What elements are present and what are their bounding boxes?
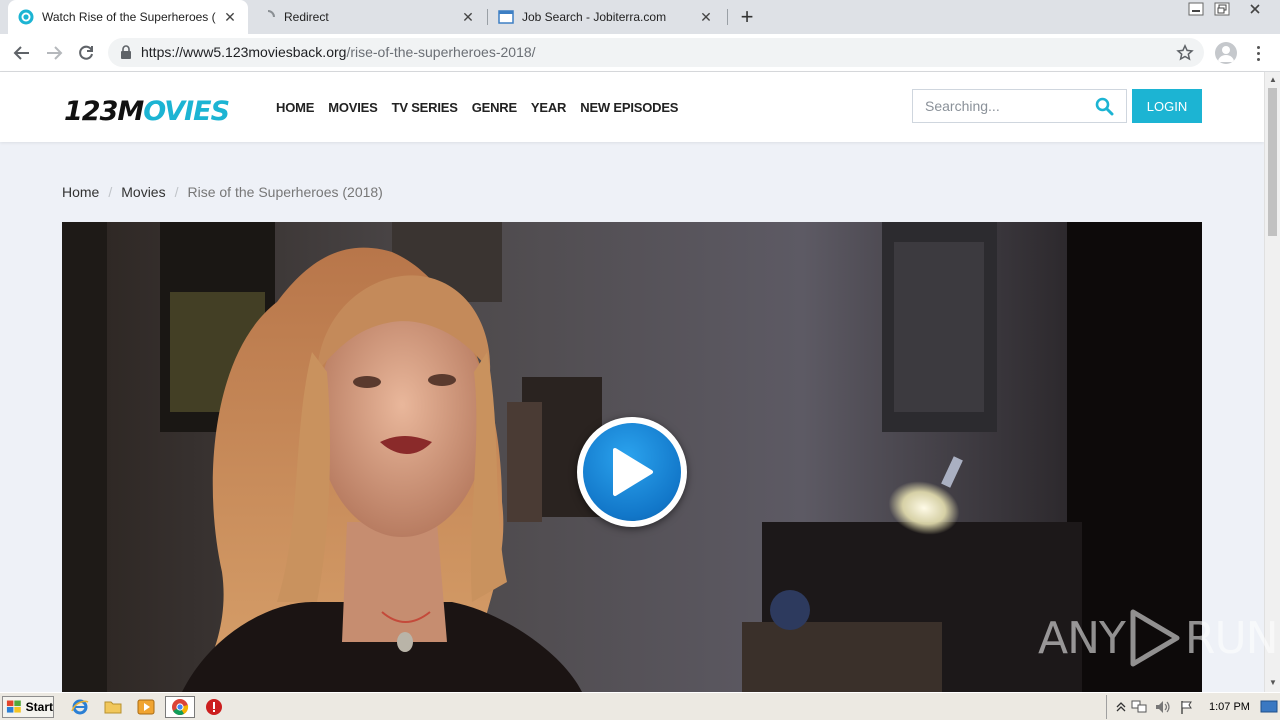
new-tab-plus-icon[interactable]: + — [737, 6, 757, 28]
chrome-taskbar-icon[interactable] — [165, 696, 195, 718]
play-button[interactable] — [577, 417, 687, 527]
breadcrumb-home[interactable]: Home — [62, 184, 99, 200]
windows-flag-icon — [6, 700, 21, 713]
browser-menu-icon[interactable] — [1250, 42, 1266, 64]
page-scrollbar[interactable]: ▲ ▼ — [1264, 72, 1280, 692]
logo-text-main: 123M — [64, 96, 144, 127]
search-box — [912, 89, 1127, 123]
action-center-flag-icon[interactable] — [1177, 697, 1197, 717]
tab-watch-rise-of-the-superheroes[interactable]: Watch Rise of the Superheroes (201 ✕ — [8, 0, 248, 34]
nav-year[interactable]: YEAR — [531, 100, 567, 115]
tab-title: Job Search - Jobiterra.com — [522, 10, 667, 24]
minimize-icon[interactable] — [1182, 0, 1210, 18]
tab-close-icon[interactable]: ✕ — [698, 9, 714, 25]
tab-title: Watch Rise of the Superheroes (201 — [42, 10, 216, 24]
taskbar-clock[interactable]: 1:07 PM — [1209, 701, 1250, 713]
tray-expand-arrow-icon[interactable] — [1111, 697, 1131, 717]
nav-tv-series[interactable]: TV SERIES — [392, 100, 458, 115]
tab-close-icon[interactable]: ✕ — [460, 9, 476, 25]
play-circle-icon — [18, 9, 34, 25]
nav-genre[interactable]: GENRE — [472, 100, 517, 115]
forward-arrow-icon[interactable] — [43, 42, 65, 64]
tab-separator — [727, 9, 728, 25]
nav-movies[interactable]: MOVIES — [328, 100, 378, 115]
breadcrumb-separator: / — [174, 184, 179, 200]
play-icon — [613, 448, 653, 496]
search-input[interactable] — [913, 90, 1093, 122]
reload-icon[interactable] — [75, 42, 97, 64]
address-bar[interactable]: https://www5.123moviesback.org/rise-of-t… — [108, 38, 1204, 67]
nav-new-episodes[interactable]: NEW EPISODES — [580, 100, 678, 115]
scroll-down-arrow-icon[interactable]: ▼ — [1268, 678, 1278, 688]
taskbar: Start 1:07 PM — [0, 692, 1280, 720]
window-close-icon[interactable] — [1240, 0, 1270, 18]
stop-sign-icon[interactable] — [204, 697, 224, 717]
breadcrumb-separator: / — [108, 184, 113, 200]
main-nav: HOME MOVIES TV SERIES GENRE YEAR NEW EPI… — [276, 100, 692, 115]
file-explorer-folder-icon[interactable] — [103, 697, 123, 717]
site-logo[interactable]: 123MOVIES — [64, 96, 230, 127]
browser-toolbar: https://www5.123moviesback.org/rise-of-t… — [0, 34, 1280, 72]
url-path: /rise-of-the-superheroes-2018/ — [346, 44, 536, 60]
logo-text-accent: OVIES — [143, 96, 230, 127]
show-desktop-icon[interactable] — [1259, 697, 1279, 717]
network-icon[interactable] — [1129, 697, 1149, 717]
breadcrumb-current: Rise of the Superheroes (2018) — [187, 184, 383, 200]
tab-redirect[interactable]: Redirect ✕ — [250, 0, 486, 34]
restore-icon[interactable] — [1208, 0, 1236, 18]
watermark-play-triangle-icon — [1130, 609, 1180, 667]
watermark-text-right: RUN — [1184, 612, 1279, 664]
nav-home[interactable]: HOME — [276, 100, 314, 115]
breadcrumb-movies[interactable]: Movies — [121, 184, 165, 200]
tab-job-search[interactable]: Job Search - Jobiterra.com ✕ — [488, 0, 724, 34]
media-player-icon[interactable] — [136, 697, 156, 717]
tab-close-icon[interactable]: ✕ — [222, 9, 238, 25]
scroll-up-arrow-icon[interactable]: ▲ — [1268, 75, 1278, 85]
browser-tab-strip: Watch Rise of the Superheroes (201 ✕ Red… — [0, 0, 1280, 34]
scrollbar-thumb[interactable] — [1268, 88, 1277, 236]
tab-title: Redirect — [284, 10, 329, 24]
address-url: https://www5.123moviesback.org/rise-of-t… — [141, 44, 536, 60]
search-icon[interactable] — [1095, 97, 1114, 116]
volume-icon[interactable] — [1153, 697, 1173, 717]
play-button-inner — [583, 423, 681, 521]
system-tray: 1:07 PM — [1106, 695, 1280, 719]
start-button[interactable]: Start — [2, 696, 54, 718]
internet-explorer-icon[interactable] — [70, 697, 90, 717]
loading-spinner-icon — [267, 10, 275, 18]
breadcrumb: Home / Movies / Rise of the Superheroes … — [62, 184, 383, 200]
anyrun-watermark: ANY RUN — [1038, 608, 1279, 668]
watermark-text-left: ANY — [1038, 612, 1126, 664]
start-label: Start — [25, 700, 53, 714]
window-icon — [498, 10, 514, 24]
lock-icon — [121, 45, 131, 59]
url-domain: https://www5.123moviesback.org — [141, 44, 347, 60]
bookmark-star-icon[interactable] — [1176, 44, 1194, 62]
login-button[interactable]: LOGIN — [1132, 89, 1202, 123]
site-header: 123MOVIES HOME MOVIES TV SERIES GENRE YE… — [0, 72, 1264, 142]
back-arrow-icon[interactable] — [11, 42, 33, 64]
profile-avatar-icon[interactable] — [1215, 42, 1237, 64]
